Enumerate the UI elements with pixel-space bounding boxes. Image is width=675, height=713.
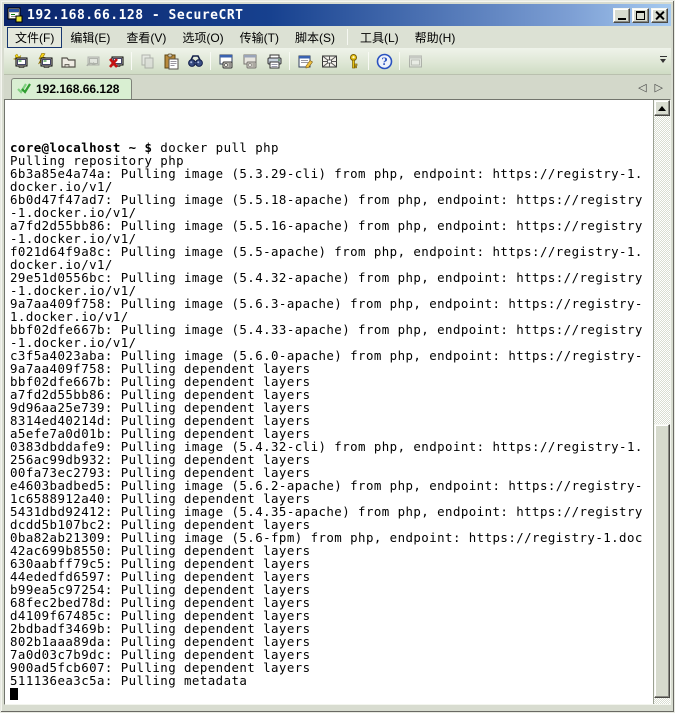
session-options-button[interactable] [293, 50, 317, 73]
minimize-button[interactable] [613, 8, 630, 23]
print-icon [266, 53, 283, 70]
terminal-panel: core@localhost ~ $ docker pull phpPullin… [4, 99, 671, 705]
menu-item-file[interactable]: 文件(F) [7, 27, 62, 48]
toolbar-separator [289, 52, 290, 70]
terminal-output[interactable]: core@localhost ~ $ docker pull phpPullin… [5, 100, 653, 704]
paste-button[interactable] [159, 50, 183, 73]
connected-check-icon [17, 83, 32, 95]
session-tab-label: 192.168.66.128 [36, 82, 119, 96]
raw-log-icon [242, 53, 259, 70]
minimize-icon [618, 18, 626, 20]
menu-item-transfer[interactable]: 传输(T) [232, 27, 287, 48]
scrollbar-thumb[interactable] [654, 424, 670, 698]
tab-bar: 192.168.66.128 ◁ ▷ [4, 75, 671, 99]
raw-log-button[interactable] [238, 50, 262, 73]
menu-item-edit[interactable]: 编辑(E) [62, 27, 118, 48]
log-session-button[interactable] [214, 50, 238, 73]
quick-connect-button[interactable] [32, 50, 56, 73]
disconnect-icon [108, 53, 125, 70]
toolbar-separator [368, 52, 369, 70]
svg-text:?: ? [381, 56, 387, 68]
arrow-up-icon [658, 102, 666, 111]
app-window-icon [407, 53, 424, 70]
log-session-icon [218, 53, 235, 70]
connect-button[interactable] [8, 50, 32, 73]
menu-item-script[interactable]: 脚本(S) [287, 27, 343, 48]
scrollbar-up-button[interactable] [654, 100, 670, 116]
menu-item-help[interactable]: 帮助(H) [407, 27, 464, 48]
terminal-line [10, 687, 653, 700]
find-button[interactable] [183, 50, 207, 73]
menu-separator [347, 29, 348, 45]
securecrt-window: 192.168.66.128 - SecureCRT 文件(F)编辑(E)查看(… [0, 0, 675, 713]
app-window-button [403, 50, 427, 73]
maximize-button[interactable] [632, 8, 649, 23]
terminal-cursor [10, 688, 18, 700]
maximize-icon [636, 11, 645, 20]
app-icon[interactable] [7, 7, 23, 23]
menu-item-view[interactable]: 查看(V) [118, 27, 174, 48]
find-icon [187, 53, 204, 70]
session-options-icon [297, 53, 314, 70]
tab-scroll-right-button[interactable]: ▷ [655, 83, 663, 94]
toolbar-separator [131, 52, 132, 70]
disconnect-button[interactable] [104, 50, 128, 73]
terminal-line [10, 115, 653, 128]
help-button[interactable]: ? [372, 50, 396, 73]
tab-scroll-left-button[interactable]: ◁ [638, 83, 646, 94]
new-tab-button[interactable] [56, 50, 80, 73]
close-icon [655, 11, 664, 20]
connect-icon [12, 53, 29, 70]
toolbar: ? [4, 48, 671, 75]
terminal-line [10, 102, 653, 115]
toolbar-separator [399, 52, 400, 70]
title-bar[interactable]: 192.168.66.128 - SecureCRT [4, 4, 671, 26]
toolbar-overflow-icon [660, 56, 667, 57]
help-icon: ? [376, 53, 393, 70]
reconnect-button [80, 50, 104, 73]
keymap-editor-button[interactable] [317, 50, 341, 73]
print-button[interactable] [262, 50, 286, 73]
window-bottom-frame [1, 705, 674, 713]
ssh-key-button[interactable] [341, 50, 365, 73]
session-tab-icon [60, 53, 77, 70]
keymap-icon [321, 53, 338, 70]
toolbar-overflow-button[interactable] [657, 52, 669, 70]
menu-item-options[interactable]: 选项(O) [174, 27, 231, 48]
paste-icon [163, 53, 180, 70]
menu-item-tools[interactable]: 工具(L) [352, 27, 407, 48]
quick-connect-icon [36, 53, 53, 70]
terminal-line: 511136ea3c5a: Pulling metadata [10, 674, 653, 687]
window-title: 192.168.66.128 - SecureCRT [27, 8, 611, 23]
reconnect-icon [84, 53, 101, 70]
terminal-scrollbar[interactable] [653, 100, 670, 704]
toolbar-separator [210, 52, 211, 70]
key-icon [345, 53, 362, 70]
copy-icon [139, 53, 156, 70]
session-tab[interactable]: 192.168.66.128 [11, 78, 132, 99]
close-button[interactable] [651, 8, 668, 23]
copy-button [135, 50, 159, 73]
menu-bar: 文件(F)编辑(E)查看(V)选项(O)传输(T)脚本(S) 工具(L)帮助(H) [4, 26, 671, 48]
